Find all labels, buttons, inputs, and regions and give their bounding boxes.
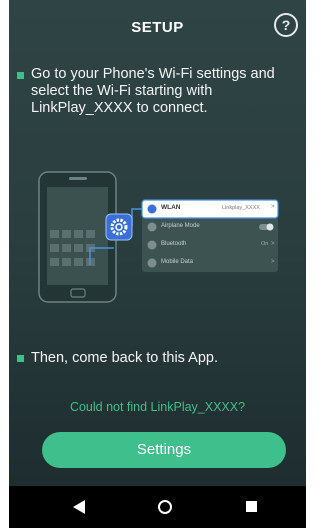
step-bullet xyxy=(17,72,24,79)
help-icon[interactable]: ? xyxy=(274,13,298,37)
wlan-arrow: > xyxy=(271,204,275,210)
system-nav-bar xyxy=(9,486,306,528)
step-bullet xyxy=(17,355,24,362)
wlan-value: Linkplay_XXXX xyxy=(222,205,260,211)
bluetooth-label: Bluetooth xyxy=(161,241,187,247)
mobile-data-label: Mobile Data xyxy=(161,259,194,265)
illustration: WLAN Linkplay_XXXX > Airplane Mode Bluet… xyxy=(9,160,306,310)
airplane-label: Airplane Mode xyxy=(161,223,200,229)
phone-icon xyxy=(38,171,117,303)
recent-apps-icon[interactable] xyxy=(246,501,257,512)
page-title: SETUP xyxy=(131,19,184,36)
back-icon[interactable] xyxy=(73,500,85,514)
bluetooth-value: On xyxy=(261,241,269,247)
header: SETUP ? xyxy=(9,0,306,58)
wlan-label: WLAN xyxy=(161,204,181,211)
mobile-data-arrow: > xyxy=(271,259,275,265)
settings-button[interactable]: Settings xyxy=(42,432,286,468)
gear-icon xyxy=(105,213,133,241)
step-1-text: Go to your Phone's Wi-Fi settings and se… xyxy=(31,66,275,116)
setup-screen: SETUP ? Go to your Phone's Wi-Fi setting… xyxy=(9,0,306,528)
bluetooth-arrow: > xyxy=(271,241,275,247)
step-2-text: Then, come back to this App. xyxy=(31,350,218,366)
could-not-find-link[interactable]: Could not find LinkPlay_XXXX? xyxy=(9,400,306,414)
home-icon[interactable] xyxy=(158,500,172,514)
